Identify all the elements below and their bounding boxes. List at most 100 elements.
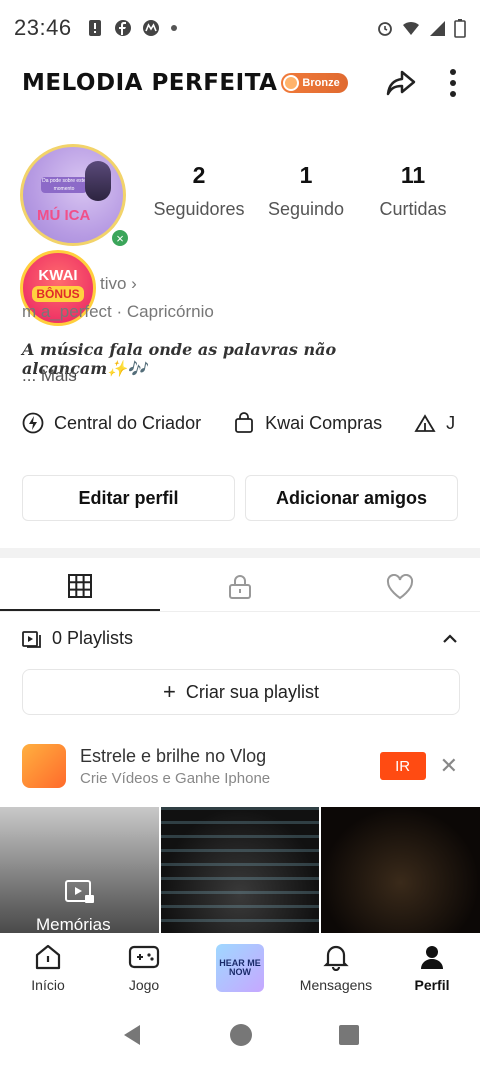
shopping-bag-icon bbox=[235, 412, 253, 433]
nav-label: Mensagens bbox=[299, 977, 373, 993]
microphone-icon bbox=[85, 161, 111, 201]
nav-center-music[interactable]: HEAR ME NOW bbox=[192, 933, 288, 1003]
edit-profile-button[interactable]: Editar perfil bbox=[22, 475, 235, 521]
profile-title: MELODIA PERFEITA bbox=[22, 70, 278, 96]
home-icon bbox=[35, 944, 61, 970]
stat-value: 11 bbox=[400, 162, 426, 188]
dot-icon bbox=[170, 25, 177, 31]
signal-icon bbox=[430, 21, 445, 36]
video-thumbnail-memories[interactable]: Memórias bbox=[0, 807, 159, 933]
battery-icon bbox=[454, 19, 466, 38]
playlist-icon bbox=[22, 630, 41, 648]
recents-icon[interactable] bbox=[338, 1024, 360, 1046]
share-icon[interactable] bbox=[384, 66, 418, 100]
person-icon bbox=[421, 946, 443, 969]
nav-label: Início bbox=[31, 977, 65, 993]
zodiac-sign: Capricórnio bbox=[126, 302, 214, 321]
stat-following[interactable]: 1 Seguindo bbox=[253, 162, 359, 220]
stat-label: Curtidas bbox=[379, 199, 447, 219]
stat-value: 2 bbox=[192, 162, 206, 188]
back-icon[interactable] bbox=[120, 1023, 144, 1047]
promo-thumbnail bbox=[22, 744, 66, 788]
bonus-line1: KWAI bbox=[38, 267, 78, 284]
nav-label: Perfil bbox=[414, 977, 450, 993]
promo-title: Estrele e brilhe no Vlog bbox=[80, 745, 267, 766]
shortcut-label: J bbox=[446, 412, 456, 433]
profile-handle-row: m a_perfect · Capricórnio bbox=[22, 302, 214, 321]
stat-value: 1 bbox=[299, 162, 313, 188]
avatar-small-text: Da pode sobre este momento bbox=[41, 177, 87, 193]
nav-messages[interactable]: Mensagens bbox=[288, 933, 384, 1003]
shortcut-row: Central do Criador Kwai Compras J bbox=[22, 412, 455, 434]
create-playlist-label: Criar sua playlist bbox=[185, 681, 319, 702]
profile-actions: Editar perfil Adicionar amigos bbox=[22, 475, 458, 521]
home-circle-icon[interactable] bbox=[228, 1022, 254, 1048]
playlists-header[interactable]: 0 Playlists bbox=[22, 628, 458, 649]
lock-icon bbox=[229, 574, 251, 599]
stat-label: Seguindo bbox=[267, 199, 345, 219]
badge-label: Bronze bbox=[302, 77, 340, 89]
promo-subtitle: Crie Vídeos e Ganhe Iphone bbox=[80, 769, 271, 787]
grid-icon bbox=[68, 573, 92, 598]
plus-icon: + bbox=[163, 679, 176, 704]
nav-home[interactable]: Início bbox=[0, 933, 96, 1003]
close-icon[interactable]: ✕ bbox=[440, 753, 458, 779]
nav-profile[interactable]: Perfil bbox=[384, 933, 480, 1003]
playlists-label: 0 Playlists bbox=[52, 628, 134, 648]
nav-label: Jogo bbox=[128, 977, 160, 993]
profile-header: MELODIA PERFEITA Bronze bbox=[0, 56, 480, 110]
wifi-icon bbox=[403, 21, 419, 35]
tab-grid[interactable] bbox=[0, 562, 160, 611]
status-time: 23:46 bbox=[14, 15, 72, 40]
coin-icon bbox=[283, 75, 300, 91]
profile-status-link[interactable]: tivo › bbox=[100, 274, 137, 294]
tab-private[interactable] bbox=[160, 562, 320, 611]
promo-banner: Estrele e brilhe no Vlog Crie Vídeos e G… bbox=[22, 742, 458, 790]
bronze-badge[interactable]: Bronze bbox=[281, 73, 348, 93]
chevron-up-icon[interactable] bbox=[442, 633, 458, 645]
motorola-icon bbox=[142, 20, 159, 36]
stat-followers[interactable]: 2 Seguidores bbox=[146, 162, 252, 220]
profile-handle: m a_perfect bbox=[22, 302, 112, 321]
alarm-icon bbox=[378, 22, 392, 36]
video-thumbnail[interactable] bbox=[160, 807, 320, 933]
promo-go-button[interactable]: IR bbox=[379, 752, 426, 780]
facebook-icon bbox=[114, 20, 131, 36]
tent-icon bbox=[414, 414, 436, 432]
profile-stats: 2 Seguidores 1 Seguindo 11 Curtidas bbox=[146, 162, 466, 220]
notification-alert-icon bbox=[88, 20, 101, 36]
bio-more-link[interactable]: ... Mais bbox=[22, 366, 77, 386]
nav-game[interactable]: Jogo bbox=[96, 933, 192, 1003]
avatar-label: MÚ ICA bbox=[37, 207, 91, 224]
shortcut-label: Kwai Compras bbox=[265, 412, 383, 433]
stat-label: Seguidores bbox=[153, 199, 245, 219]
bell-icon bbox=[323, 945, 349, 971]
bonus-line2: BÔNUS bbox=[32, 286, 84, 302]
system-navigation bbox=[0, 1003, 480, 1066]
heart-icon bbox=[386, 573, 414, 599]
close-icon[interactable]: × bbox=[110, 228, 130, 248]
profile-bio: A música fala onde as palavras não alcan… bbox=[22, 340, 337, 378]
video-grid: Memórias bbox=[0, 807, 480, 933]
kwai-shop-shortcut[interactable]: Kwai Compras bbox=[233, 412, 382, 434]
section-divider bbox=[0, 548, 480, 558]
memories-icon bbox=[65, 880, 94, 903]
content-tabs bbox=[0, 562, 480, 612]
avatar-image: Da pode sobre este momento MÚ ICA bbox=[20, 144, 126, 246]
avatar[interactable]: Da pode sobre este momento MÚ ICA × bbox=[14, 140, 132, 250]
music-cover-icon: HEAR ME NOW bbox=[216, 944, 264, 992]
third-shortcut[interactable]: J bbox=[414, 412, 455, 434]
bottom-navigation: Início Jogo HEAR ME NOW Mensagens Perfil bbox=[0, 933, 480, 1003]
status-bar: 23:46 bbox=[0, 0, 480, 56]
memories-label: Memórias bbox=[36, 915, 111, 933]
create-playlist-button[interactable]: + Criar sua playlist bbox=[22, 669, 460, 715]
tab-liked[interactable] bbox=[320, 562, 480, 611]
add-friends-button[interactable]: Adicionar amigos bbox=[245, 475, 458, 521]
shortcut-label: Central do Criador bbox=[54, 412, 202, 433]
gamepad-icon bbox=[128, 945, 160, 969]
lightning-icon bbox=[22, 412, 44, 434]
stat-likes[interactable]: 11 Curtidas bbox=[360, 162, 466, 220]
more-options-icon[interactable] bbox=[448, 68, 458, 98]
video-thumbnail[interactable] bbox=[321, 807, 480, 933]
creator-center-shortcut[interactable]: Central do Criador bbox=[22, 412, 201, 434]
